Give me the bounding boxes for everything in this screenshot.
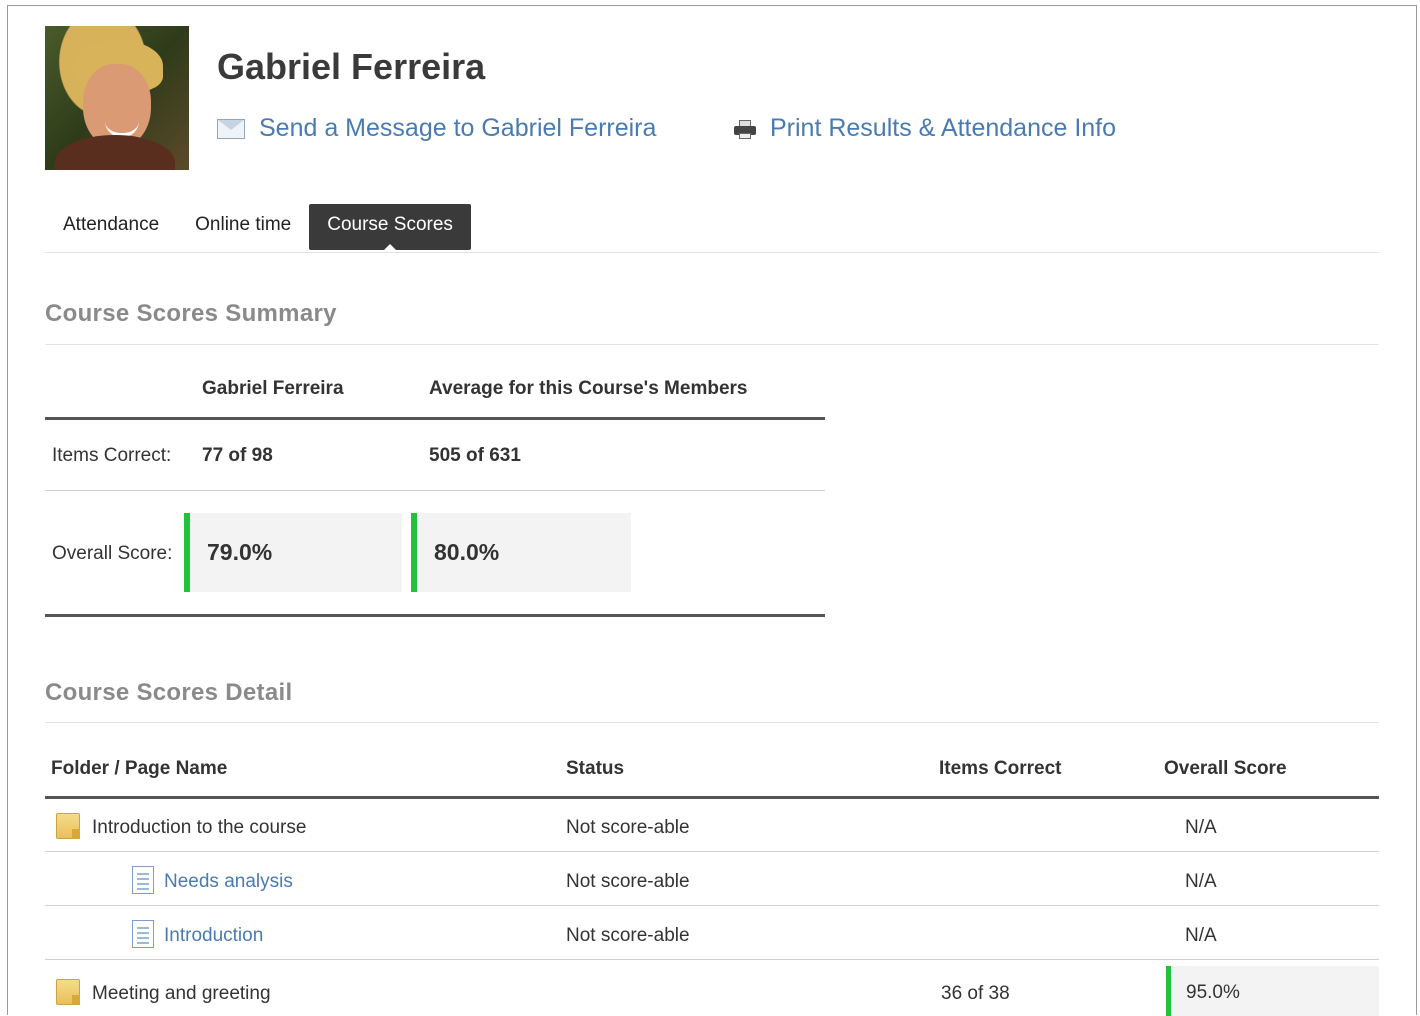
row-status: Not score-able bbox=[566, 925, 690, 946]
row-divider bbox=[45, 905, 1379, 906]
row-overall-score: N/A bbox=[1185, 925, 1217, 946]
detail-col-status: Status bbox=[566, 758, 625, 779]
row-name: Introduction to the course bbox=[92, 817, 307, 838]
profile-name: Gabriel Ferreira bbox=[217, 46, 486, 87]
print-results-link[interactable]: Print Results & Attendance Info bbox=[734, 114, 1116, 143]
page-icon bbox=[132, 920, 154, 948]
tab-bar: Attendance Online time Course Scores bbox=[45, 204, 471, 251]
detail-col-items-correct: Items Correct bbox=[939, 758, 1062, 779]
print-results-label: Print Results & Attendance Info bbox=[770, 114, 1117, 142]
tab-course-scores[interactable]: Course Scores bbox=[309, 204, 471, 251]
row-name: Meeting and greeting bbox=[92, 983, 271, 1004]
folder-icon bbox=[56, 979, 80, 1005]
tab-online-time[interactable]: Online time bbox=[177, 204, 309, 250]
row-status: Not score-able bbox=[566, 817, 690, 838]
row-overall-score: N/A bbox=[1185, 871, 1217, 892]
row-overall-score-highlight: 95.0% bbox=[1166, 966, 1379, 1016]
page-frame bbox=[7, 5, 1417, 1015]
overall-score-label: Overall Score: bbox=[52, 543, 173, 564]
detail-title-divider bbox=[45, 722, 1379, 723]
summary-col-student: Gabriel Ferreira bbox=[202, 378, 344, 399]
detail-col-overall-score: Overall Score bbox=[1164, 758, 1287, 779]
row-name-link[interactable]: Introduction bbox=[164, 925, 263, 947]
items-correct-average: 505 of 631 bbox=[429, 445, 521, 466]
avatar bbox=[45, 26, 189, 170]
detail-col-name: Folder / Page Name bbox=[51, 758, 228, 779]
detail-title: Course Scores Detail bbox=[45, 679, 293, 706]
overall-score-average: 80.0% bbox=[411, 513, 631, 592]
row-overall-score: N/A bbox=[1185, 817, 1217, 838]
tab-attendance[interactable]: Attendance bbox=[45, 204, 177, 250]
row-status: Not score-able bbox=[566, 871, 690, 892]
printer-icon bbox=[734, 119, 756, 139]
detail-header-rule bbox=[45, 796, 1379, 799]
row-divider bbox=[45, 959, 1379, 960]
folder-icon bbox=[56, 813, 80, 839]
summary-title-divider bbox=[45, 344, 1379, 345]
items-correct-student: 77 of 98 bbox=[202, 445, 273, 466]
items-correct-label: Items Correct: bbox=[52, 445, 172, 466]
summary-header-rule bbox=[45, 417, 825, 420]
overall-score-student-value: 79.0% bbox=[207, 539, 273, 565]
row-name-link[interactable]: Needs analysis bbox=[164, 871, 293, 893]
envelope-icon bbox=[217, 118, 245, 139]
summary-col-average: Average for this Course's Members bbox=[429, 378, 748, 399]
row-items-correct: 36 of 38 bbox=[941, 983, 1010, 1004]
overall-score-average-value: 80.0% bbox=[434, 539, 500, 565]
page-icon bbox=[132, 866, 154, 894]
summary-title: Course Scores Summary bbox=[45, 300, 337, 327]
send-message-link[interactable]: Send a Message to Gabriel Ferreira bbox=[217, 114, 656, 143]
send-message-label: Send a Message to Gabriel Ferreira bbox=[259, 114, 657, 142]
tab-divider bbox=[45, 252, 1379, 253]
row-overall-score: 95.0% bbox=[1186, 982, 1240, 1003]
overall-score-student: 79.0% bbox=[184, 513, 402, 592]
summary-row-divider bbox=[45, 490, 825, 491]
row-divider bbox=[45, 851, 1379, 852]
summary-footer-rule bbox=[45, 614, 825, 617]
